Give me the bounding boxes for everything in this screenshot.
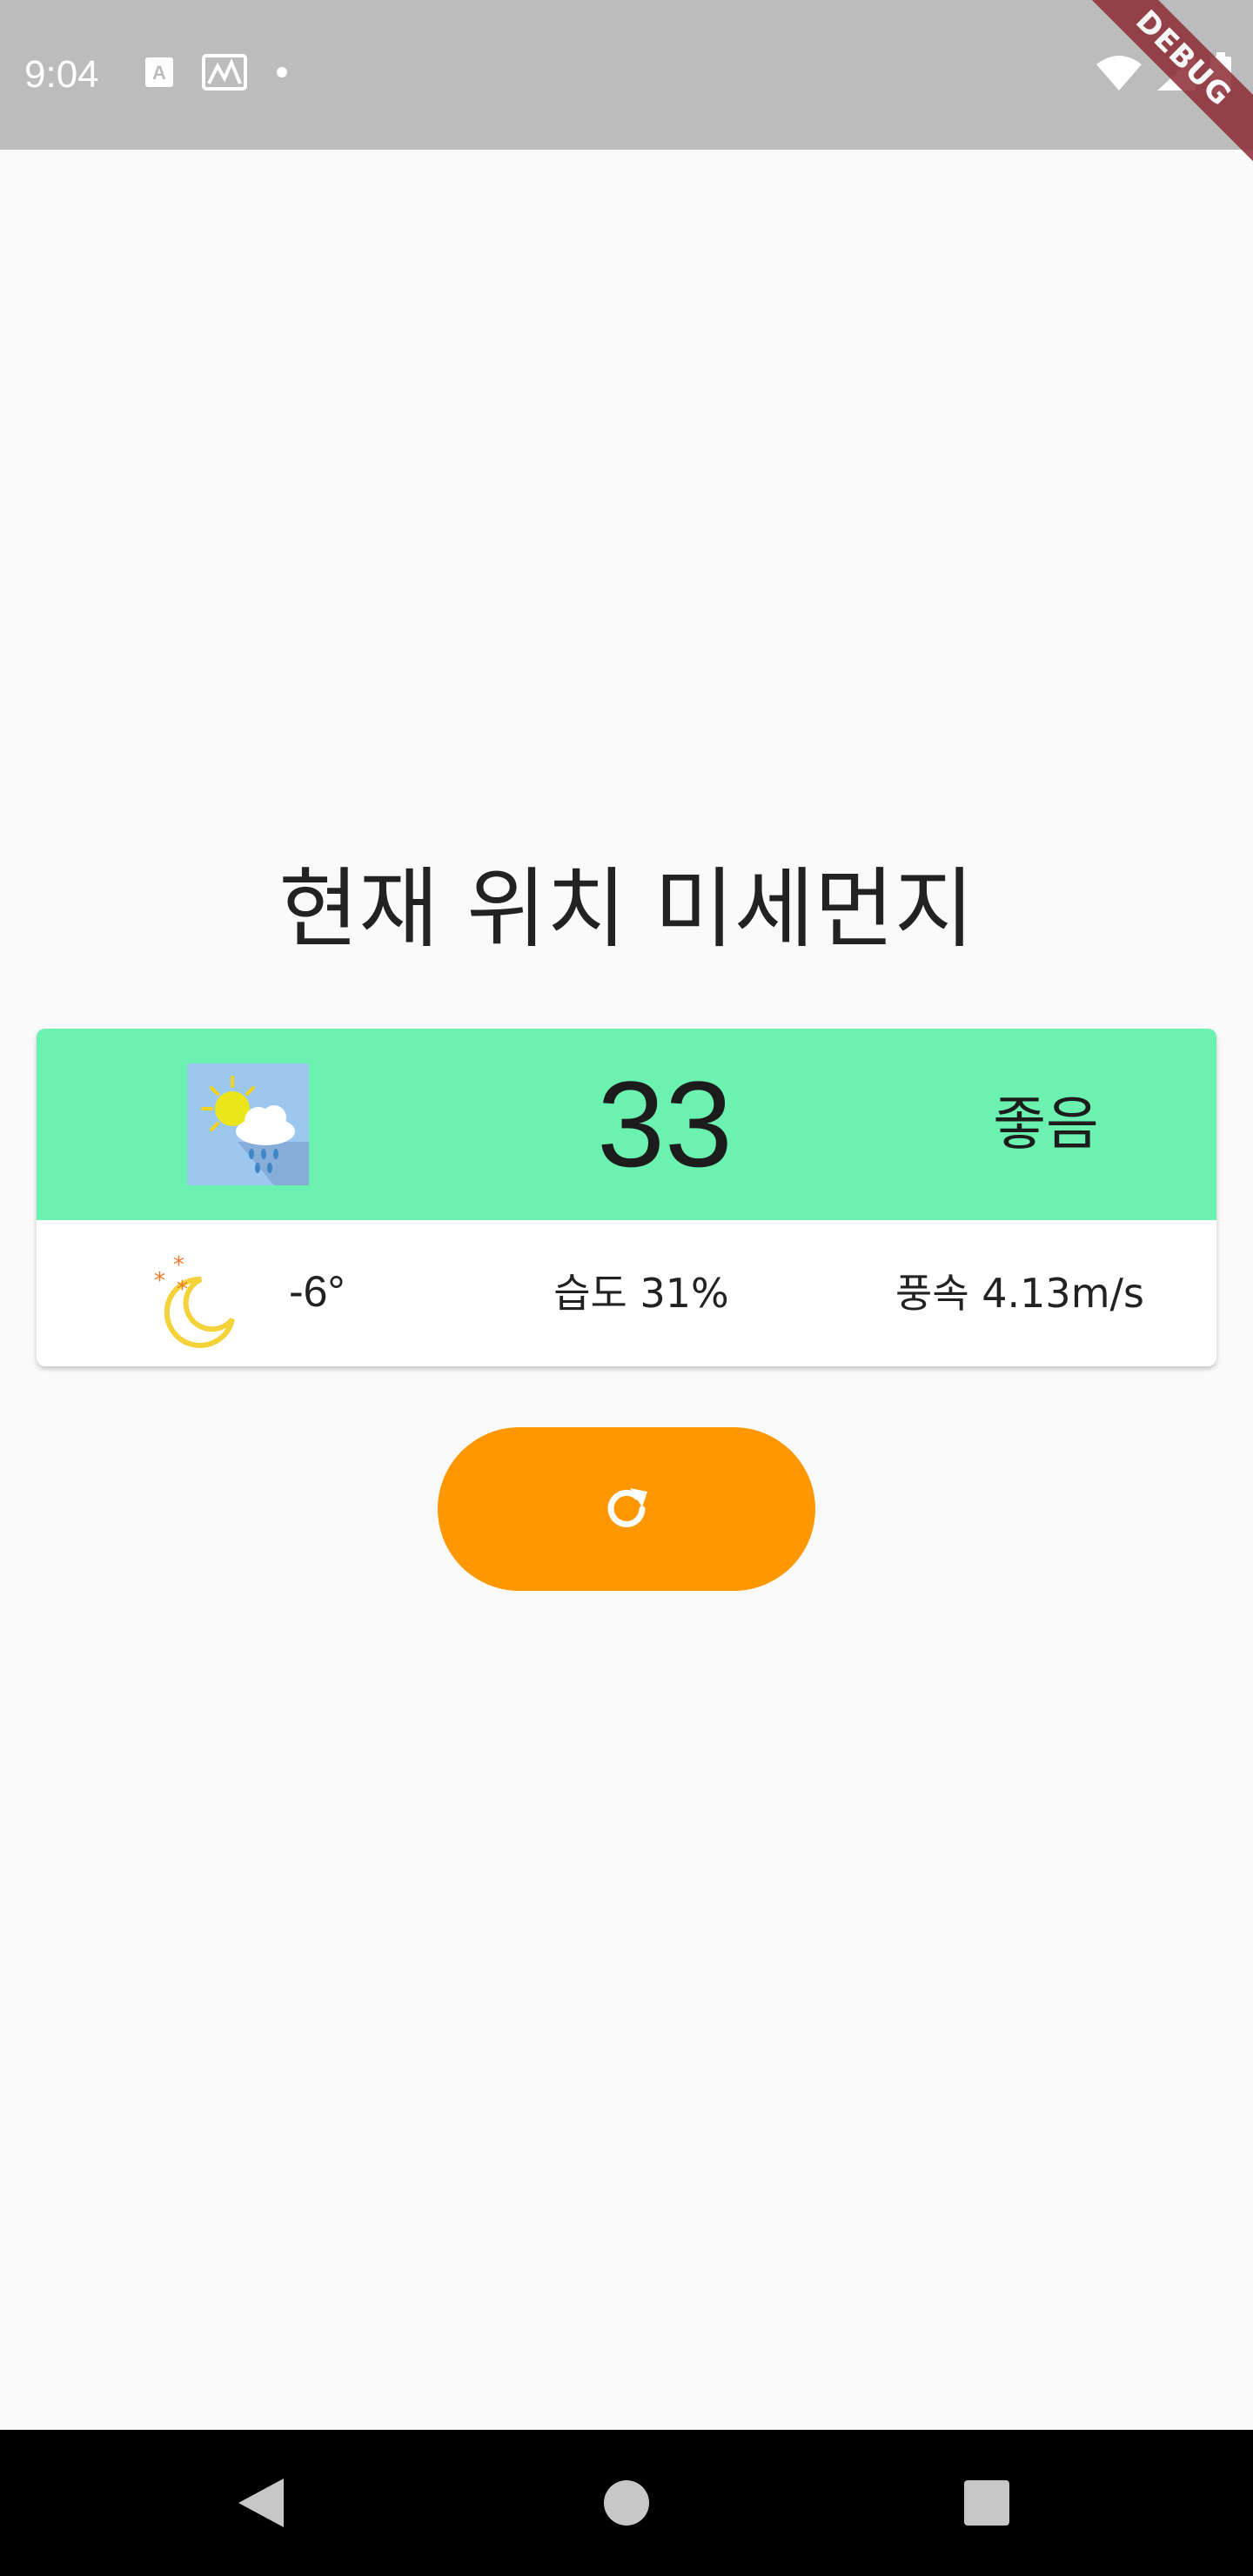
- svg-text:*: *: [173, 1253, 184, 1278]
- svg-text:*: *: [177, 1277, 188, 1303]
- dot-icon: [277, 67, 287, 77]
- wifi-icon: [1096, 56, 1142, 91]
- recent-apps-icon[interactable]: [964, 2480, 1009, 2526]
- temperature: -6°: [289, 1267, 345, 1316]
- status-time: 9:04: [24, 53, 99, 96]
- photos-notification-icon: [202, 54, 247, 91]
- air-quality-panel: 33 좋음: [37, 1029, 1216, 1220]
- moon-stars-icon: * * *: [154, 1253, 235, 1348]
- weather-row: * * * -6° 습도 31% 풍속 4.13m/s: [37, 1220, 1216, 1366]
- svg-text:*: *: [154, 1268, 165, 1294]
- font-notification-icon: A: [145, 57, 173, 87]
- svg-text:A: A: [152, 62, 166, 84]
- partly-cloudy-rain-icon: [187, 1063, 309, 1185]
- notification-icons: A: [144, 54, 289, 91]
- debug-banner: DEBUG: [1049, 0, 1253, 192]
- navigation-bar: [0, 2430, 1253, 2576]
- back-icon[interactable]: [235, 2475, 291, 2531]
- home-icon[interactable]: [604, 2480, 649, 2526]
- wind-speed: 풍속 4.13m/s: [895, 1270, 1144, 1317]
- air-quality-value: 33: [597, 1056, 733, 1192]
- page-title: 현재 위치 미세먼지: [278, 858, 975, 960]
- refresh-icon: [607, 1488, 647, 1527]
- air-quality-status: 좋음: [993, 1090, 1099, 1157]
- status-bar: 9:04 A DEBUG: [0, 0, 1253, 192]
- humidity: 습도 31%: [553, 1270, 729, 1317]
- air-quality-card: 33 좋음 * * * -6° 습도 31% 풍속 4.13m/s: [37, 1029, 1216, 1366]
- refresh-button[interactable]: [438, 1427, 815, 1591]
